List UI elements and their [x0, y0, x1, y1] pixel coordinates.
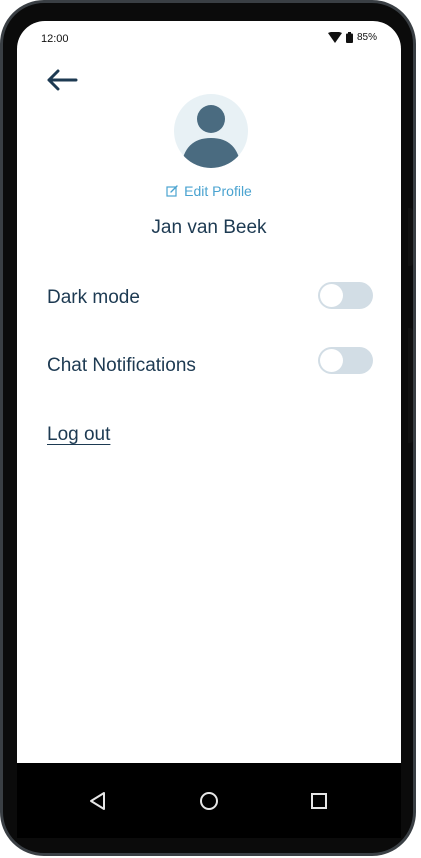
- edit-profile-label: Edit Profile: [184, 183, 252, 199]
- avatar[interactable]: [174, 94, 248, 168]
- volume-button: [408, 208, 413, 266]
- wifi-icon: [327, 32, 342, 43]
- recent-square-icon: [311, 793, 327, 809]
- battery-icon: [345, 32, 353, 43]
- screen: 12:00 85% Edit Profile Jan van Beek Dark…: [17, 21, 401, 763]
- user-name: Jan van Beek: [151, 217, 267, 238]
- status-icons: 85%: [327, 32, 377, 43]
- nav-home-button[interactable]: [198, 790, 220, 812]
- system-nav-bar: [17, 763, 401, 838]
- home-circle-icon: [200, 792, 218, 810]
- nav-recent-button[interactable]: [308, 790, 330, 812]
- toggle-knob: [320, 284, 343, 307]
- logout-link[interactable]: Log out: [47, 424, 110, 446]
- back-button[interactable]: [44, 65, 80, 95]
- edit-icon: [166, 185, 178, 197]
- dark-mode-toggle[interactable]: [318, 282, 373, 309]
- edit-profile-link[interactable]: Edit Profile: [17, 183, 401, 199]
- arrow-left-icon: [47, 69, 78, 91]
- toggle-knob: [320, 349, 343, 372]
- back-triangle-icon: [90, 792, 105, 810]
- chat-notifications-label: Chat Notifications: [47, 355, 196, 376]
- battery-level: 85%: [356, 32, 377, 43]
- nav-back-button[interactable]: [87, 790, 109, 812]
- chat-notifications-toggle[interactable]: [318, 347, 373, 374]
- dark-mode-label: Dark mode: [47, 287, 140, 308]
- status-time: 12:00: [41, 33, 69, 45]
- user-avatar-icon: [181, 105, 241, 168]
- power-button: [408, 328, 413, 443]
